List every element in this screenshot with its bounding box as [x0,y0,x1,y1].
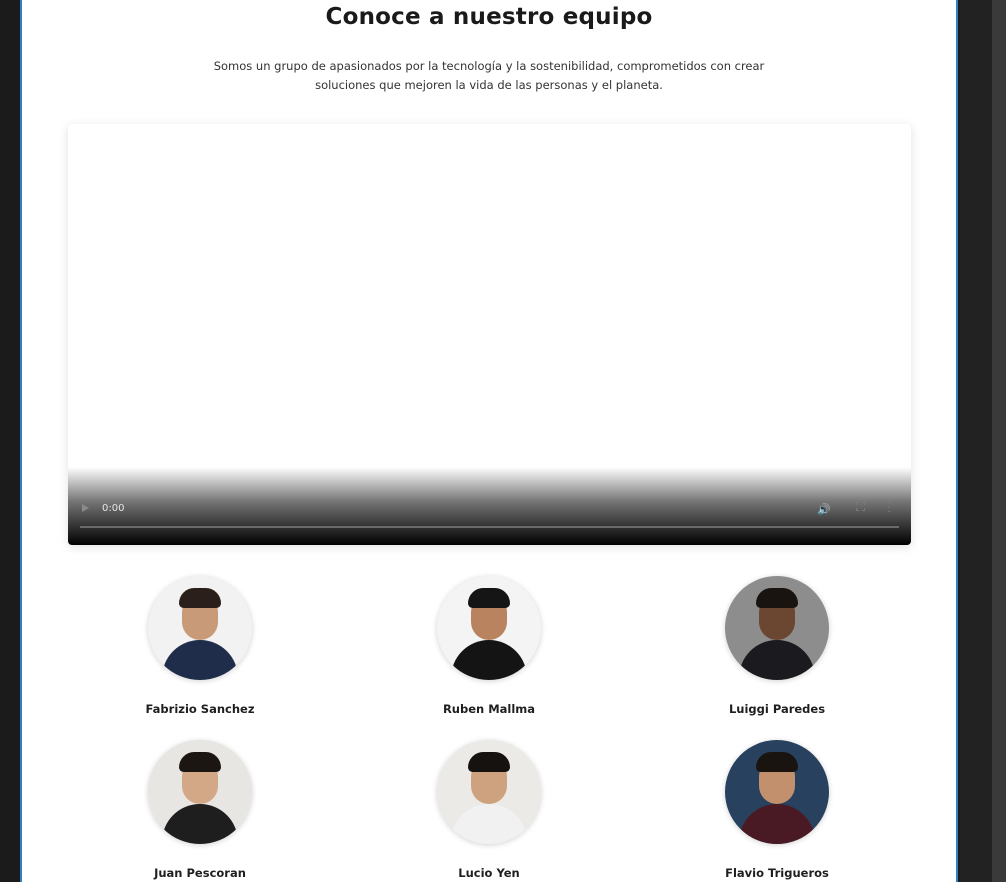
page-title: Conoce a nuestro equipo [325,4,653,30]
play-icon[interactable] [82,504,89,512]
avatar [148,576,252,680]
team-member-card: Fabrizio Sanchez [100,576,300,716]
avatar [437,740,541,844]
team-member-card: Ruben Mallma [389,576,589,716]
member-name: Fabrizio Sanchez [145,702,255,716]
volume-icon[interactable]: 🔊 [817,503,831,516]
member-name: Luiggi Paredes [728,702,826,716]
avatar [725,740,829,844]
fullscreen-icon[interactable] [856,502,865,511]
avatar [437,576,541,680]
team-member-card: Lucio Yen [389,740,589,880]
avatar [148,740,252,844]
more-options-icon[interactable]: ⋮ [883,500,895,514]
member-name: Flavio Trigueros [725,866,829,880]
team-member-card: Luiggi Paredes [677,576,877,716]
scrollbar-thumb[interactable] [992,0,1006,882]
video-controls-overlay [68,467,911,545]
member-name: Juan Pescoran [154,866,246,880]
video-player[interactable]: 0:00 🔊 ⋮ [68,124,911,545]
team-section: Conoce a nuestro equipo Somos un grupo d… [20,0,958,882]
team-member-card: Juan Pescoran [100,740,300,880]
member-name: Lucio Yen [458,866,520,880]
page-subtitle: Somos un grupo de apasionados por la tec… [213,59,765,92]
video-progress-bar[interactable] [80,526,899,528]
team-member-card: Flavio Trigueros [677,740,877,880]
video-time: 0:00 [102,503,125,514]
member-name: Ruben Mallma [442,702,536,716]
avatar [725,576,829,680]
